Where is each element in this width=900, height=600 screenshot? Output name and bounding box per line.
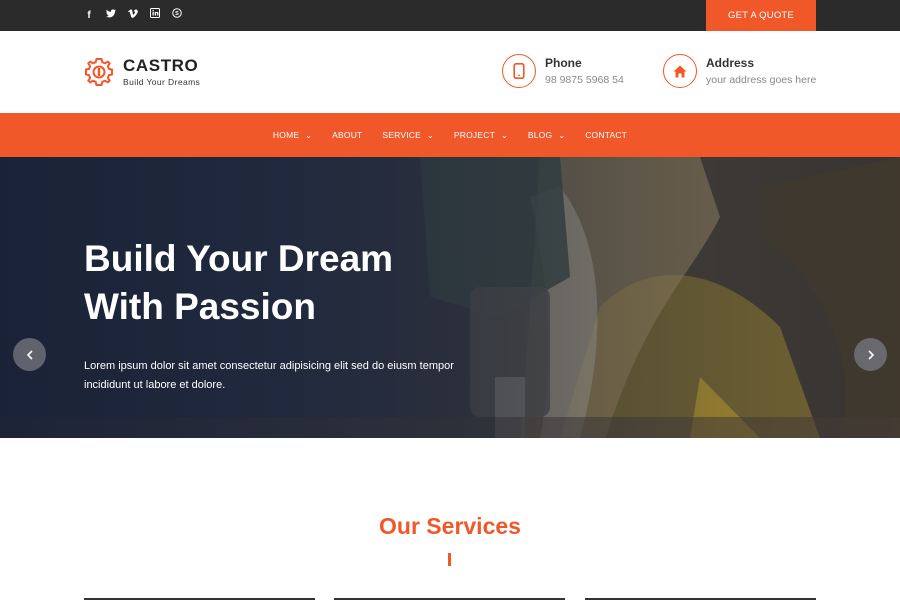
hero-description: Lorem ipsum dolor sit amet consectetur a… [84,357,454,395]
home-icon [663,54,697,88]
nav-label: ABOUT [332,130,363,140]
nav-label: CONTACT [585,130,628,140]
nav-item-blog[interactable]: BLOG ⌄ [528,130,565,140]
phone-icon [502,54,536,88]
services-title: Our Services [379,513,521,539]
address-title: Address [706,56,755,70]
chevron-left-icon [26,349,33,360]
facebook-icon[interactable]: f [84,0,94,31]
social-links: f S [84,0,182,31]
vimeo-icon[interactable] [128,0,138,31]
twitter-icon[interactable] [106,0,116,31]
chevron-right-icon [867,349,874,360]
gear-logo-icon [85,58,113,86]
hero-title-line-2: With Passion [84,286,316,327]
brand-tagline: Build Your Dreams [123,77,201,87]
slider-next-button[interactable] [854,338,887,371]
nav-item-service[interactable]: SERVICE ⌄ [382,130,433,140]
chevron-down-icon: ⌄ [500,130,508,140]
chevron-down-icon: ⌄ [427,130,434,140]
nav-item-project[interactable]: PROJECT ⌄ [454,130,508,140]
hero-title-line-1: Build Your Dream [84,238,394,279]
nav-item-home[interactable]: HOME ⌄ [273,130,312,140]
chevron-down-icon: ⌄ [305,130,313,140]
title-divider [448,553,451,566]
site-header: CASTRO Build Your Dreams Phone 98 9875 5… [0,31,900,113]
chevron-down-icon: ⌄ [558,130,566,140]
phone-title: Phone [545,56,582,70]
phone-value: 98 9875 5968 54 [545,74,624,86]
phone-info: Phone 98 9875 5968 54 [502,54,624,88]
get-a-quote-button[interactable]: GET A QUOTE [706,0,816,31]
linkedin-icon[interactable] [150,0,160,31]
brand-name: CASTRO [123,56,199,75]
nav-item-about[interactable]: ABOUT [332,130,362,140]
main-nav: HOME ⌄ ABOUT SERVICE ⌄ PROJECT ⌄ BLOG ⌄ … [0,113,900,157]
nav-label: HOME [272,130,300,140]
nav-label: BLOG [527,130,553,140]
svg-text:S: S [175,11,179,17]
slider-prev-button[interactable] [13,338,46,371]
hero-text-line-2: incididunt ut labore et dolore. [84,379,226,391]
logo[interactable]: CASTRO Build Your Dreams [84,57,200,87]
address-info: Address your address goes here [663,54,816,88]
hero-text-line-1: Lorem ipsum dolor sit amet consectetur a… [84,360,454,372]
nav-label: SERVICE [382,130,421,140]
top-bar: f S GET A QUOTE [0,0,900,31]
hero-title: Build Your Dream With Passion [84,235,393,331]
nav-item-contact[interactable]: CONTACT [585,130,627,140]
skype-icon[interactable]: S [172,0,182,31]
nav-label: PROJECT [453,130,495,140]
address-value: your address goes here [706,74,817,86]
hero-slider: Build Your Dream With Passion Lorem ipsu… [0,157,900,438]
